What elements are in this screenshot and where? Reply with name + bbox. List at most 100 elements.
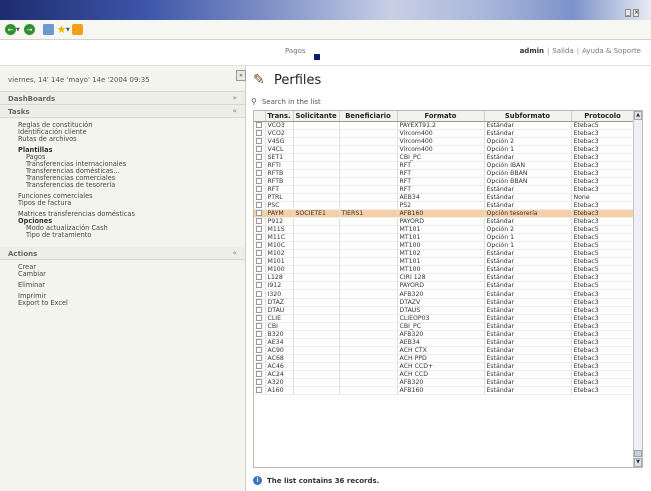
- table-row[interactable]: AC46 ACH CCD+ Estándar Etebac3: [254, 362, 635, 371]
- row-checkbox[interactable]: [256, 346, 263, 353]
- table-row[interactable]: M11C MT101 Opción 1 Etebac5: [254, 233, 635, 243]
- row-checkbox[interactable]: [256, 234, 263, 241]
- row-checkbox[interactable]: [256, 129, 263, 136]
- row-checkbox[interactable]: [256, 201, 263, 208]
- scroll-down-icon[interactable]: ▼: [634, 458, 642, 467]
- row-checkbox[interactable]: [256, 169, 263, 176]
- table-row[interactable]: PSC PS2 Estándar Etebac3: [254, 201, 635, 211]
- search-icon[interactable]: ⚲: [251, 97, 257, 106]
- action-eliminar[interactable]: Eliminar: [18, 282, 245, 289]
- back-icon[interactable]: ←: [5, 24, 16, 35]
- row-checkbox[interactable]: [256, 226, 263, 233]
- vertical-scrollbar[interactable]: ▲ ▼: [633, 111, 642, 467]
- minimize-button[interactable]: _: [625, 9, 631, 17]
- table-row[interactable]: CLIE CLIEOP03 Estándar Etebac3: [254, 314, 635, 323]
- row-checkbox[interactable]: [256, 185, 263, 192]
- row-checkbox[interactable]: [256, 218, 263, 225]
- table-row[interactable]: L128 CIRI 128 Estándar Etebac3: [254, 273, 635, 283]
- row-checkbox[interactable]: [256, 306, 263, 313]
- table-row[interactable]: DTAZ DTAZV Estándar Etebac3: [254, 298, 635, 307]
- task-transf-tesoreria[interactable]: Transferencias de tesorería: [18, 182, 245, 189]
- table-row[interactable]: M100 MT100 Estándar Etebac5: [254, 265, 635, 275]
- table-row[interactable]: V4SG Vircom400 Opción 2 Etebac3: [254, 137, 635, 146]
- table-row[interactable]: AE34 AEB34 Estándar Etebac3: [254, 338, 635, 347]
- table-row[interactable]: A160 AFB160 Estándar Etebac3: [254, 386, 635, 396]
- column-header[interactable]: Trans.: [265, 111, 294, 122]
- table-row[interactable]: M11S MT101 Opción 2 Etebac5: [254, 225, 635, 235]
- row-checkbox[interactable]: [256, 298, 263, 305]
- help-link[interactable]: Ayuda & Soporte: [582, 47, 641, 55]
- table-row[interactable]: RFTI RFT Opción IBAN Etebac3: [254, 161, 635, 170]
- scroll-thumb[interactable]: [634, 450, 642, 457]
- table-row[interactable]: DTAU DTAUS Estándar Etebac3: [254, 306, 635, 315]
- action-export-excel[interactable]: Export to Excel: [18, 300, 245, 307]
- chevron-down-icon[interactable]: ▼: [16, 27, 20, 33]
- table-row[interactable]: AC90 ACH CTX Estándar Etebac3: [254, 346, 635, 355]
- collapse-sidebar-button[interactable]: «: [236, 70, 246, 81]
- row-checkbox[interactable]: [256, 258, 263, 265]
- collapse-icon[interactable]: «: [232, 249, 237, 257]
- table-row[interactable]: M101 MT101 Estándar Etebac5: [254, 257, 635, 267]
- row-checkbox[interactable]: [256, 274, 263, 281]
- row-checkbox[interactable]: [256, 121, 263, 128]
- table-row[interactable]: I912 PAYORD Estándar Etebac5: [254, 281, 635, 291]
- table-row[interactable]: AC68 ACH PPD Estándar Etebac3: [254, 354, 635, 363]
- table-row[interactable]: A320 AFB320 Estándar Etebac3: [254, 378, 635, 388]
- column-header[interactable]: Protocolo: [571, 111, 635, 122]
- logout-link[interactable]: Salida: [552, 47, 573, 55]
- chevron-down-icon[interactable]: ▼: [66, 27, 70, 33]
- column-header[interactable]: Formato: [397, 111, 485, 122]
- table-row[interactable]: P912 PAYORD Estándar Etebac3: [254, 217, 635, 227]
- task-tipo-tratamiento[interactable]: Tipo de tratamiento: [18, 232, 245, 239]
- row-checkbox[interactable]: [256, 242, 263, 249]
- row-checkbox[interactable]: [256, 330, 263, 337]
- row-checkbox[interactable]: [256, 322, 263, 329]
- row-checkbox[interactable]: [256, 354, 263, 361]
- expand-icon[interactable]: »: [232, 94, 237, 102]
- table-row[interactable]: VCO3 PAYEXT91.2 Estándar Etebac5: [254, 121, 635, 130]
- table-row[interactable]: M102 MT102 Estándar Etebac5: [254, 249, 635, 259]
- close-button[interactable]: ×: [633, 9, 639, 17]
- tasks-panel-header[interactable]: Tasks «: [0, 105, 245, 118]
- row-checkbox[interactable]: [256, 362, 263, 369]
- dashboards-panel-header[interactable]: DashBoards »: [0, 92, 245, 105]
- table-row[interactable]: AC24 ACH CCD Estándar Etebac3: [254, 370, 635, 380]
- row-checkbox[interactable]: [256, 161, 263, 168]
- collapse-icon[interactable]: «: [232, 107, 237, 115]
- table-row[interactable]: PAYM SOCIETE1 TIERS1 AFB160 Opción tesorería…: [254, 209, 635, 219]
- row-checkbox[interactable]: [256, 370, 263, 377]
- table-row[interactable]: VCO2 Vircom400 Estándar Etebac3: [254, 129, 635, 138]
- row-checkbox[interactable]: [256, 290, 263, 297]
- row-checkbox[interactable]: [256, 177, 263, 184]
- table-row[interactable]: RFT RFT Estándar Etebac3: [254, 185, 635, 194]
- row-checkbox[interactable]: [256, 314, 263, 321]
- task-tipos-factura[interactable]: Tipos de factura: [18, 200, 245, 207]
- task-group-plantillas[interactable]: Plantillas: [18, 147, 245, 154]
- table-row[interactable]: CBI CBI_PC Estándar Etebac3: [254, 322, 635, 331]
- table-row[interactable]: M10C MT100 Opción 1 Etebac5: [254, 241, 635, 251]
- row-checkbox[interactable]: [256, 387, 263, 394]
- table-row[interactable]: V4CL Vircom400 Opción 1 Etebac3: [254, 145, 635, 154]
- row-checkbox[interactable]: [256, 338, 263, 345]
- home-icon[interactable]: [72, 24, 83, 35]
- action-crear[interactable]: Crear: [18, 264, 245, 271]
- row-checkbox[interactable]: [256, 145, 263, 152]
- row-checkbox[interactable]: [256, 210, 263, 217]
- page-icon[interactable]: [43, 24, 54, 35]
- row-checkbox[interactable]: [256, 266, 263, 273]
- row-checkbox[interactable]: [256, 282, 263, 289]
- column-header[interactable]: Solicitante: [293, 111, 340, 122]
- forward-icon[interactable]: →: [24, 24, 35, 35]
- row-checkbox[interactable]: [256, 153, 263, 160]
- table-row[interactable]: RFTB RFT Opción BBAN Etebac3: [254, 177, 635, 186]
- search-label[interactable]: Search in the list: [262, 98, 321, 106]
- actions-panel-header[interactable]: Actions «: [0, 247, 245, 260]
- action-cambiar[interactable]: Cambiar: [18, 271, 245, 278]
- search-row[interactable]: ⚲ Search in the list: [251, 97, 321, 106]
- table-row[interactable]: PTRL AEB34 Estándar None: [254, 193, 635, 202]
- scroll-up-icon[interactable]: ▲: [634, 111, 642, 120]
- row-checkbox[interactable]: [256, 193, 263, 200]
- column-header[interactable]: Subformato: [484, 111, 572, 122]
- nav-pagos[interactable]: Pagos: [285, 47, 306, 55]
- row-checkbox[interactable]: [256, 137, 263, 144]
